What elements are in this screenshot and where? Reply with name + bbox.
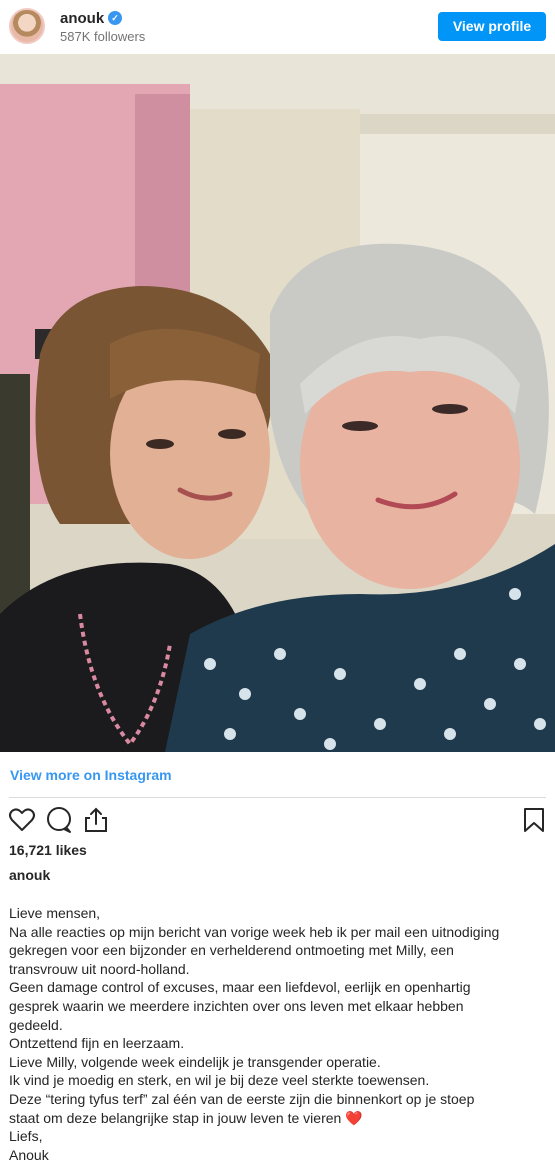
verified-badge-icon: ✓ xyxy=(108,11,122,25)
post-photo[interactable] xyxy=(0,54,555,752)
caption-line: Na alle reacties op mijn bericht van vor… xyxy=(9,923,500,940)
followers-count: 587K followers xyxy=(60,29,146,44)
view-profile-button[interactable]: View profile xyxy=(438,12,546,41)
username[interactable]: anouk xyxy=(60,10,104,27)
comment-icon[interactable] xyxy=(45,806,73,834)
bookmark-icon[interactable] xyxy=(520,806,548,834)
caption-line: Ik vind je moedig en sterk, en wil je bi… xyxy=(9,1072,430,1089)
caption-line: Anouk xyxy=(9,1146,49,1163)
caption-line: gedeeld. xyxy=(9,1016,63,1033)
caption-line: Ontzettend fijn en leerzaam. xyxy=(9,1035,185,1052)
caption-username[interactable]: anouk xyxy=(9,867,50,883)
caption-line: Lieve mensen, xyxy=(9,905,101,921)
caption-line: gekregen voor een bijzonder en verhelder… xyxy=(9,942,454,959)
caption-text: Lieve mensen, Na alle reacties op mijn b… xyxy=(9,904,547,1164)
caption-line: Geen damage control of excuses, maar een… xyxy=(9,979,471,996)
caption-line: transvrouw uit noord-holland. xyxy=(9,960,190,977)
likes-count[interactable]: 16,721 likes xyxy=(9,842,87,858)
caption-line: Lieve Milly, volgende week eindelijk je … xyxy=(9,1053,381,1070)
caption-line-text: staat om deze belangrijke stap in jouw l… xyxy=(9,1109,342,1126)
view-more-link[interactable]: View more on Instagram xyxy=(10,767,172,783)
heart-emoji-icon: ❤️ xyxy=(345,1109,363,1126)
caption-line: Deze “tering tyfus terf” zal één van de … xyxy=(9,1090,475,1107)
caption-line: gesprek waarin we meerdere inzichten ove… xyxy=(9,997,464,1014)
like-heart-icon[interactable] xyxy=(8,806,36,834)
caption-line: Liefs, xyxy=(9,1128,43,1145)
share-icon[interactable] xyxy=(82,806,110,834)
divider xyxy=(9,797,546,798)
post-header: anouk ✓ 587K followers View profile xyxy=(0,0,555,54)
caption-line: staat om deze belangrijke stap in jouw l… xyxy=(9,1109,547,1128)
avatar[interactable] xyxy=(9,8,45,44)
